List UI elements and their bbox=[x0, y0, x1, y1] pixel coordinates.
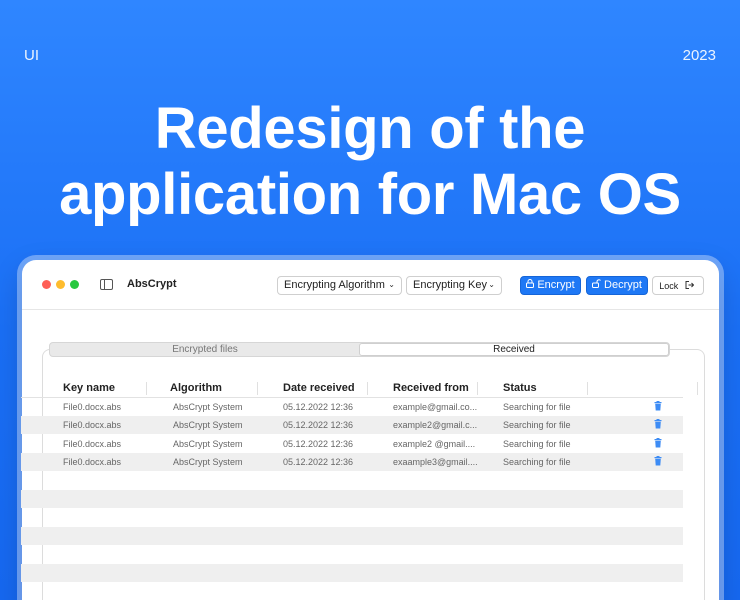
tab-received[interactable]: Received bbox=[359, 343, 669, 356]
logout-icon bbox=[685, 281, 694, 291]
lock-icon bbox=[526, 279, 535, 290]
table-row[interactable]: File0.docx.abs AbsCrypt System 05.12.2022 … bbox=[21, 398, 683, 416]
column-divider bbox=[587, 382, 588, 395]
minimize-window-button[interactable] bbox=[56, 280, 65, 289]
encrypt-label: Encrypt bbox=[537, 279, 575, 291]
decrypt-label: Decrypt bbox=[604, 279, 642, 291]
tab-encrypted-files[interactable]: Encrypted files bbox=[50, 343, 360, 356]
headline: Redesign of the application for Mac OS bbox=[0, 96, 740, 228]
key-name-cell: File0.docx.abs bbox=[63, 457, 122, 468]
status-cell: Searching for file bbox=[503, 457, 571, 468]
algorithm-cell: AbsCrypt System bbox=[173, 457, 243, 468]
corner-label-ui: UI bbox=[24, 47, 39, 64]
column-header-date-received[interactable]: Date received bbox=[283, 382, 355, 394]
algorithm-cell: AbsCrypt System bbox=[173, 402, 243, 412]
received-from-cell: exaample3@gmail.... bbox=[393, 457, 478, 468]
received-from-cell: example@gmail.co... bbox=[393, 402, 478, 412]
date-received-cell: 05.12.2022 12:36 bbox=[283, 457, 354, 468]
key-name-cell: File0.docx.abs bbox=[63, 420, 122, 431]
empty-table-row bbox=[21, 490, 683, 508]
trash-icon[interactable] bbox=[654, 437, 662, 448]
empty-table-row bbox=[21, 545, 683, 563]
key-name-cell: File0.docx.abs bbox=[63, 402, 122, 412]
column-header-received-from[interactable]: Received from bbox=[393, 382, 469, 394]
corner-label-year: 2023 bbox=[682, 47, 716, 64]
received-from-cell: example2 @gmail.... bbox=[393, 438, 476, 449]
empty-table-row bbox=[21, 563, 683, 582]
column-divider bbox=[367, 382, 368, 395]
table-row[interactable]: File0.docx.abs AbsCrypt System 05.12.2022 … bbox=[21, 435, 683, 453]
column-header-key-name[interactable]: Key name bbox=[63, 382, 115, 394]
table-header: Key name Algorithm Date received Receive… bbox=[21, 380, 698, 398]
column-divider bbox=[477, 382, 478, 395]
column-header-algorithm[interactable]: Algorithm bbox=[170, 382, 222, 394]
lock-label: Lock bbox=[659, 281, 679, 291]
app-title: AbsCrypt bbox=[127, 278, 177, 290]
zoom-window-button[interactable] bbox=[70, 280, 79, 289]
date-received-cell: 05.12.2022 12:36 bbox=[283, 438, 354, 449]
table-row[interactable]: File0.docx.abs AbsCrypt System 05.12.2022 … bbox=[21, 416, 683, 435]
trash-icon[interactable] bbox=[654, 456, 662, 466]
chevron-down-icon: ⌄ bbox=[388, 280, 395, 289]
encrypt-button[interactable]: Encrypt bbox=[520, 276, 581, 295]
received-from-cell: example2@gmail.c... bbox=[393, 420, 478, 431]
date-received-cell: 05.12.2022 12:36 bbox=[283, 402, 354, 412]
date-received-cell: 05.12.2022 12:36 bbox=[283, 420, 354, 431]
trash-icon[interactable] bbox=[654, 401, 662, 411]
empty-table-row bbox=[21, 472, 683, 490]
column-divider bbox=[257, 382, 258, 395]
algorithm-select-value: Encrypting Algorithm bbox=[284, 279, 385, 291]
key-name-cell: File0.docx.abs bbox=[63, 438, 122, 449]
status-cell: Searching for file bbox=[503, 420, 571, 431]
lock-button[interactable]: Lock bbox=[652, 276, 704, 295]
unlock-icon bbox=[592, 279, 601, 290]
title-bar: AbsCrypt Encrypting Algorithm ⌄ Encrypti… bbox=[22, 260, 719, 310]
empty-table-row bbox=[21, 508, 683, 526]
column-header-status[interactable]: Status bbox=[503, 382, 537, 394]
algorithm-cell: AbsCrypt System bbox=[173, 420, 243, 431]
key-select[interactable]: Encrypting Key ⌄ bbox=[406, 276, 502, 295]
column-divider bbox=[697, 382, 698, 395]
headline-line-1: Redesign of the bbox=[154, 96, 586, 161]
column-divider bbox=[146, 382, 147, 395]
trash-icon[interactable] bbox=[654, 419, 662, 429]
chevron-down-icon: ⌄ bbox=[488, 280, 495, 289]
headline-line-2: application for Mac OS bbox=[59, 162, 681, 227]
decrypt-button[interactable]: Decrypt bbox=[586, 276, 648, 295]
empty-table-row bbox=[21, 526, 683, 545]
algorithm-select[interactable]: Encrypting Algorithm ⌄ bbox=[277, 276, 402, 295]
close-window-button[interactable] bbox=[42, 280, 51, 289]
algorithm-cell: AbsCrypt System bbox=[173, 438, 243, 449]
table-row[interactable]: File0.docx.abs AbsCrypt System 05.12.2022 … bbox=[21, 453, 683, 472]
sidebar-toggle-icon[interactable] bbox=[100, 279, 113, 290]
key-select-value: Encrypting Key bbox=[413, 279, 487, 291]
empty-table-row bbox=[21, 582, 683, 600]
status-cell: Searching for file bbox=[503, 438, 571, 449]
tab-switcher: Encrypted files Received bbox=[49, 342, 670, 357]
status-cell: Searching for file bbox=[503, 402, 571, 412]
